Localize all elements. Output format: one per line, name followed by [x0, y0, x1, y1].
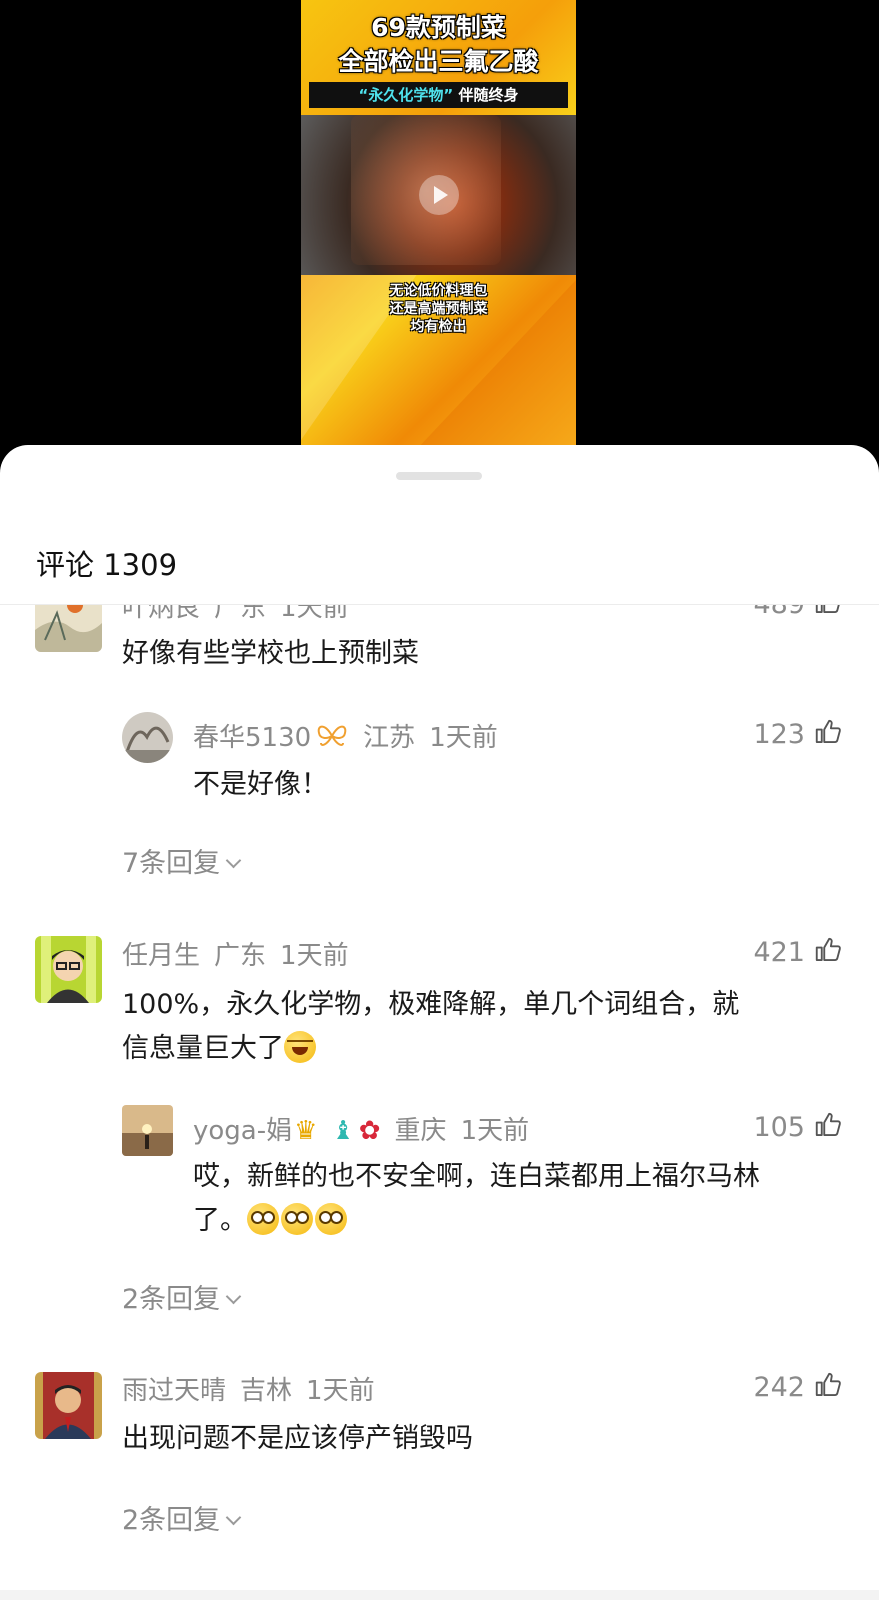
like-count: 489 — [753, 605, 805, 620]
avatar[interactable] — [35, 605, 102, 652]
avatar[interactable] — [35, 1372, 102, 1439]
video-area[interactable]: 69款预制菜 全部检出三氟乙酸 “永久化学物” 伴随终身 无论低价料理包 还是高… — [0, 0, 879, 455]
comment-meta: 叶炳良 广东 1天前 — [122, 605, 363, 624]
poster-caption: 无论低价料理包 还是高端预制菜 均有检出 — [301, 282, 576, 336]
reply-text-line: 哎，新鲜的也不安全啊，连白菜都用上福尔马林 — [193, 1161, 760, 1192]
comment-list[interactable]: 叶炳良广东1天前 489 好像有些学校也上预制菜 春华5130江苏1天前 123… — [0, 605, 879, 1600]
avatar[interactable] — [122, 712, 173, 763]
play-icon[interactable] — [419, 175, 459, 215]
laughing-emoji-icon — [284, 1031, 316, 1063]
region: 广东 — [214, 605, 267, 623]
timestamp: 1天前 — [280, 605, 349, 623]
crown-emoji-icon: ♛ — [294, 1116, 318, 1146]
like-button[interactable]: 489 — [753, 605, 843, 620]
avatar[interactable] — [35, 936, 102, 1003]
comment-input-bar[interactable] — [0, 1590, 879, 1600]
poster-caption-line: 无论低价料理包 — [389, 283, 488, 299]
more-replies-label: 7条回复 — [122, 848, 221, 879]
reply-text: 哎，新鲜的也不安全啊，连白菜都用上福尔马林 了。 — [193, 1155, 843, 1243]
thumbs-up-icon — [815, 937, 841, 961]
username[interactable]: yoga-娟 — [193, 1116, 292, 1146]
comment-text: 好像有些学校也上预制菜 — [122, 638, 419, 669]
username[interactable]: 春华5130 — [193, 723, 311, 753]
poster-banner-text: 伴随终身 — [453, 86, 519, 104]
like-count: 123 — [753, 719, 805, 750]
poster-banner: “永久化学物” 伴随终身 — [309, 82, 568, 108]
chevron-down-icon — [225, 1288, 242, 1305]
chevron-down-icon — [225, 852, 242, 869]
region: 广东 — [214, 941, 267, 971]
thumbs-up-icon — [815, 1372, 841, 1396]
poster-title: 69款预制菜 — [371, 13, 506, 42]
username[interactable]: 雨过天晴 — [122, 1376, 226, 1406]
timestamp: 1天前 — [306, 1376, 375, 1406]
poster-caption-line: 均有检出 — [410, 319, 467, 335]
comment-text-line: 100%，永久化学物，极难降解，单几个词组合，就 — [122, 989, 740, 1020]
avatar[interactable] — [122, 1105, 173, 1156]
comment-meta: 雨过天晴 吉林 1天前 — [122, 1370, 389, 1407]
flushed-emoji-icon — [315, 1203, 347, 1235]
region: 重庆 — [394, 1116, 447, 1146]
like-count: 242 — [753, 1372, 805, 1403]
poster-subtitle: 全部检出三氟乙酸 — [338, 47, 539, 76]
expand-replies-button[interactable]: 2条回复 — [122, 1277, 242, 1316]
username[interactable]: 任月生 — [122, 941, 200, 971]
comment-meta: 任月生 广东 1天前 — [122, 935, 363, 972]
username[interactable]: 叶炳良 — [122, 605, 200, 623]
like-count: 421 — [753, 937, 805, 968]
thumbs-up-icon — [815, 1112, 841, 1136]
flushed-emoji-icon — [247, 1203, 279, 1235]
expand-replies-button[interactable]: 7条回复 — [122, 841, 242, 880]
drag-handle[interactable] — [396, 472, 482, 480]
region: 吉林 — [240, 1376, 293, 1406]
reply-meta: yoga-娟♛ ♝ ✿ 重庆 1天前 — [193, 1110, 543, 1147]
thumbs-up-icon — [815, 605, 840, 613]
like-button[interactable]: 123 — [753, 717, 843, 750]
comments-sheet: 评论 1309 叶炳良广东1天前 489 好像有些学校也上预制菜 — [0, 445, 879, 1600]
comments-count-title: 评论 1309 — [36, 548, 178, 582]
timestamp: 1天前 — [280, 941, 349, 971]
chevron-down-icon — [225, 1509, 242, 1526]
like-button[interactable]: 242 — [753, 1370, 843, 1403]
butterfly-badge-icon — [317, 725, 347, 746]
poster-caption-line: 还是高端预制菜 — [389, 301, 488, 317]
comment-text: 100%，永久化学物，极难降解，单几个词组合，就 信息量巨大了 — [122, 983, 842, 1071]
timestamp: 1天前 — [429, 723, 498, 753]
flower-emoji-icon: ✿ — [358, 1116, 381, 1146]
video-poster[interactable]: 69款预制菜 全部检出三氟乙酸 “永久化学物” 伴随终身 无论低价料理包 还是高… — [301, 0, 576, 445]
like-button[interactable]: 105 — [753, 1110, 843, 1143]
reply-text: 不是好像！ — [193, 769, 328, 800]
food-photo — [301, 115, 576, 275]
like-count: 105 — [753, 1112, 805, 1143]
more-replies-label: 2条回复 — [122, 1284, 221, 1315]
reply-meta: 春华5130 江苏 1天前 — [193, 717, 512, 754]
flushed-emoji-icon — [281, 1203, 313, 1235]
more-replies-label: 2条回复 — [122, 1505, 221, 1536]
like-button[interactable]: 421 — [753, 935, 843, 968]
poster-banner-highlight: “永久化学物” — [358, 86, 454, 104]
region: 江苏 — [363, 723, 416, 753]
comment-text: 出现问题不是应该停产销毁吗 — [122, 1423, 473, 1454]
expand-replies-button[interactable]: 2条回复 — [122, 1498, 242, 1537]
timestamp: 1天前 — [460, 1116, 530, 1146]
reply-text-line: 了。 — [193, 1199, 843, 1243]
comment-text-line: 信息量巨大了 — [122, 1027, 842, 1071]
thumbs-up-icon — [815, 719, 841, 743]
dress-emoji-icon: ♝ — [331, 1116, 355, 1146]
